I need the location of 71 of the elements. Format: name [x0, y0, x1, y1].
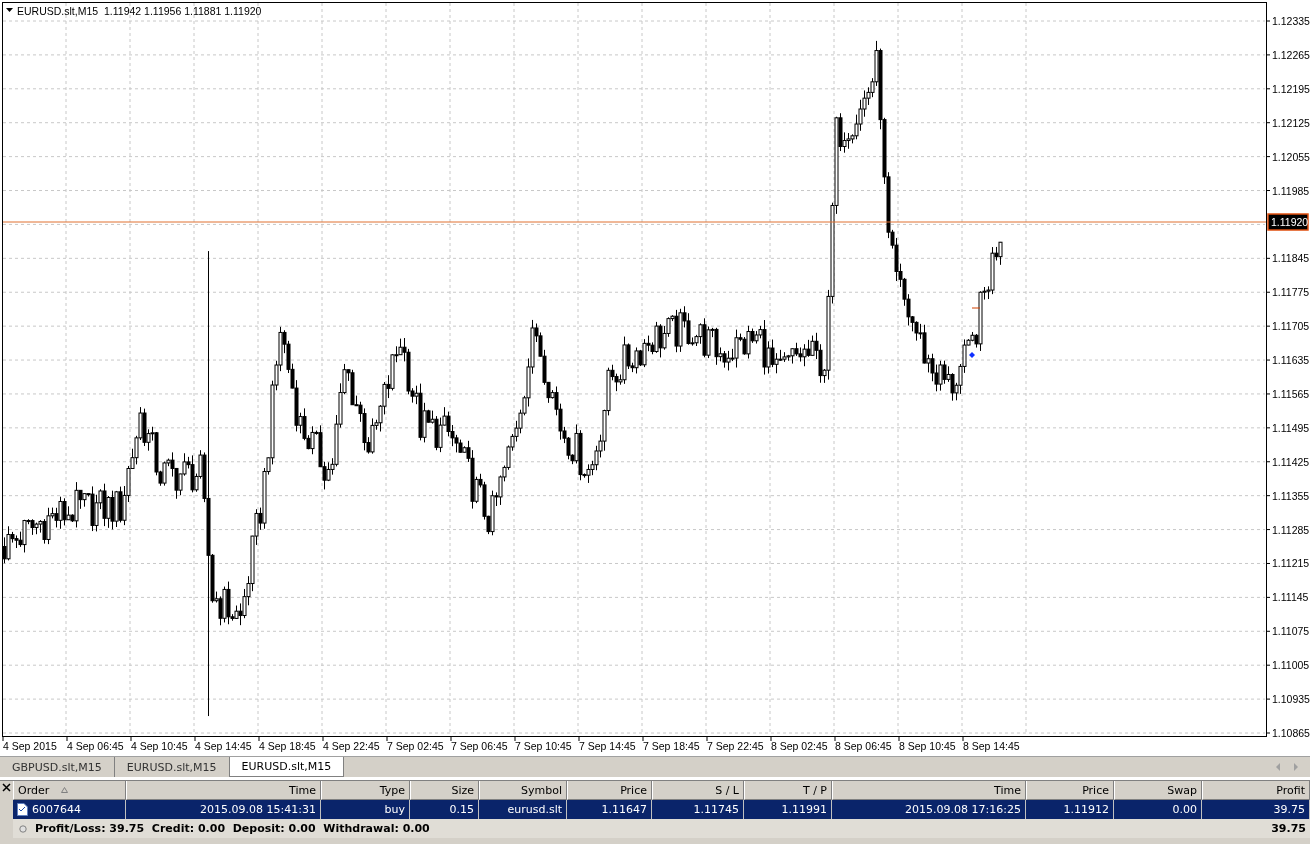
column-header[interactable]: Symbol: [479, 781, 567, 800]
account-summary: Profit/Loss: 39.75 Credit: 0.00 Deposit: 0.00 Withdrawal: 0.00: [35, 822, 431, 835]
table-cell[interactable]: 6007644: [13, 800, 126, 819]
table-cell[interactable]: 0.15: [410, 800, 479, 819]
price-label: 1.10865: [1272, 727, 1310, 739]
column-header[interactable]: Profit: [1202, 781, 1310, 800]
time-label: 4 Sep 06:45: [67, 740, 124, 752]
price-label: 1.12055: [1272, 150, 1310, 163]
dropdown-icon[interactable]: [6, 8, 13, 12]
time-label: 7 Sep 22:45: [707, 740, 764, 752]
column-header[interactable]: Size: [410, 781, 479, 800]
time-label: 7 Sep 02:45: [387, 740, 444, 752]
price-label: 1.11565: [1272, 387, 1310, 400]
document-icon: [17, 803, 28, 816]
table-cell[interactable]: 1.11647: [567, 800, 652, 819]
column-header[interactable]: Type: [321, 781, 410, 800]
time-label: 4 Sep 14:45: [195, 740, 252, 752]
table-cell[interactable]: 1.11991: [744, 800, 832, 819]
table-cell[interactable]: 1.11912: [1026, 800, 1114, 819]
price-label: 1.11845: [1272, 252, 1310, 265]
price-label: 1.11355: [1272, 489, 1310, 502]
column-header[interactable]: T / P: [744, 781, 832, 800]
price-label: 1.11215: [1272, 557, 1310, 570]
column-header[interactable]: Price: [1026, 781, 1114, 800]
time-label: 4 Sep 18:45: [259, 740, 316, 752]
column-header[interactable]: Price: [567, 781, 652, 800]
price-label: 1.11285: [1272, 523, 1310, 536]
price-label: 1.11425: [1272, 455, 1310, 468]
column-header[interactable]: S / L: [652, 781, 744, 800]
close-icon[interactable]: [2, 783, 11, 792]
time-label: 4 Sep 2015: [3, 740, 57, 752]
time-label: 8 Sep 14:45: [963, 740, 1020, 752]
chart-symbol: EURUSD.slt,M15: [17, 5, 99, 17]
time-label: 8 Sep 10:45: [899, 740, 956, 752]
price-label: 1.11775: [1272, 286, 1310, 299]
column-header[interactable]: Time: [832, 781, 1026, 800]
price-label: 1.10935: [1272, 693, 1310, 706]
price-label: 1.12265: [1272, 48, 1310, 61]
price-label: 1.11075: [1272, 625, 1310, 638]
table-cell[interactable]: buy: [321, 800, 410, 819]
table-cell[interactable]: 1.11745: [652, 800, 744, 819]
price-label: 1.11705: [1272, 320, 1310, 333]
price-label: 1.12195: [1272, 82, 1310, 95]
time-label: 8 Sep 02:45: [771, 740, 828, 752]
time-label: 7 Sep 18:45: [643, 740, 700, 752]
price-label: 1.11145: [1272, 591, 1309, 604]
table-cell[interactable]: 2015.09.08 17:16:25: [832, 800, 1026, 819]
time-label: 4 Sep 22:45: [323, 740, 380, 752]
chart-tab[interactable]: EURUSD.slt,M15: [228, 757, 345, 777]
price-label: 1.11985: [1272, 184, 1310, 197]
table-cell[interactable]: 39.75: [1202, 800, 1310, 819]
total-profit: 39.75: [1271, 822, 1306, 835]
ohlc-values: 1.11942 1.11956 1.11881 1.11920: [104, 5, 262, 17]
price-label: 1.12125: [1272, 116, 1310, 129]
time-label: 7 Sep 14:45: [579, 740, 636, 752]
table-cell[interactable]: 0.00: [1114, 800, 1202, 819]
price-label: 1.11495: [1272, 421, 1310, 434]
column-header[interactable]: Order: [13, 781, 126, 800]
time-label: 4 Sep 10:45: [131, 740, 188, 752]
price-label: 1.12335: [1272, 15, 1310, 27]
price-label: 1.11005: [1272, 659, 1310, 672]
sort-ascending-icon: [61, 787, 69, 793]
column-header[interactable]: Swap: [1114, 781, 1202, 800]
table-cell[interactable]: eurusd.slt: [479, 800, 567, 819]
status-icon: [19, 824, 27, 833]
time-label: 7 Sep 10:45: [515, 740, 572, 752]
column-header[interactable]: Time: [126, 781, 321, 800]
price-label: 1.11635: [1272, 354, 1310, 367]
time-label: 7 Sep 06:45: [451, 740, 508, 752]
time-label: 8 Sep 06:45: [835, 740, 892, 752]
table-cell[interactable]: 2015.09.08 15:41:31: [126, 800, 321, 819]
